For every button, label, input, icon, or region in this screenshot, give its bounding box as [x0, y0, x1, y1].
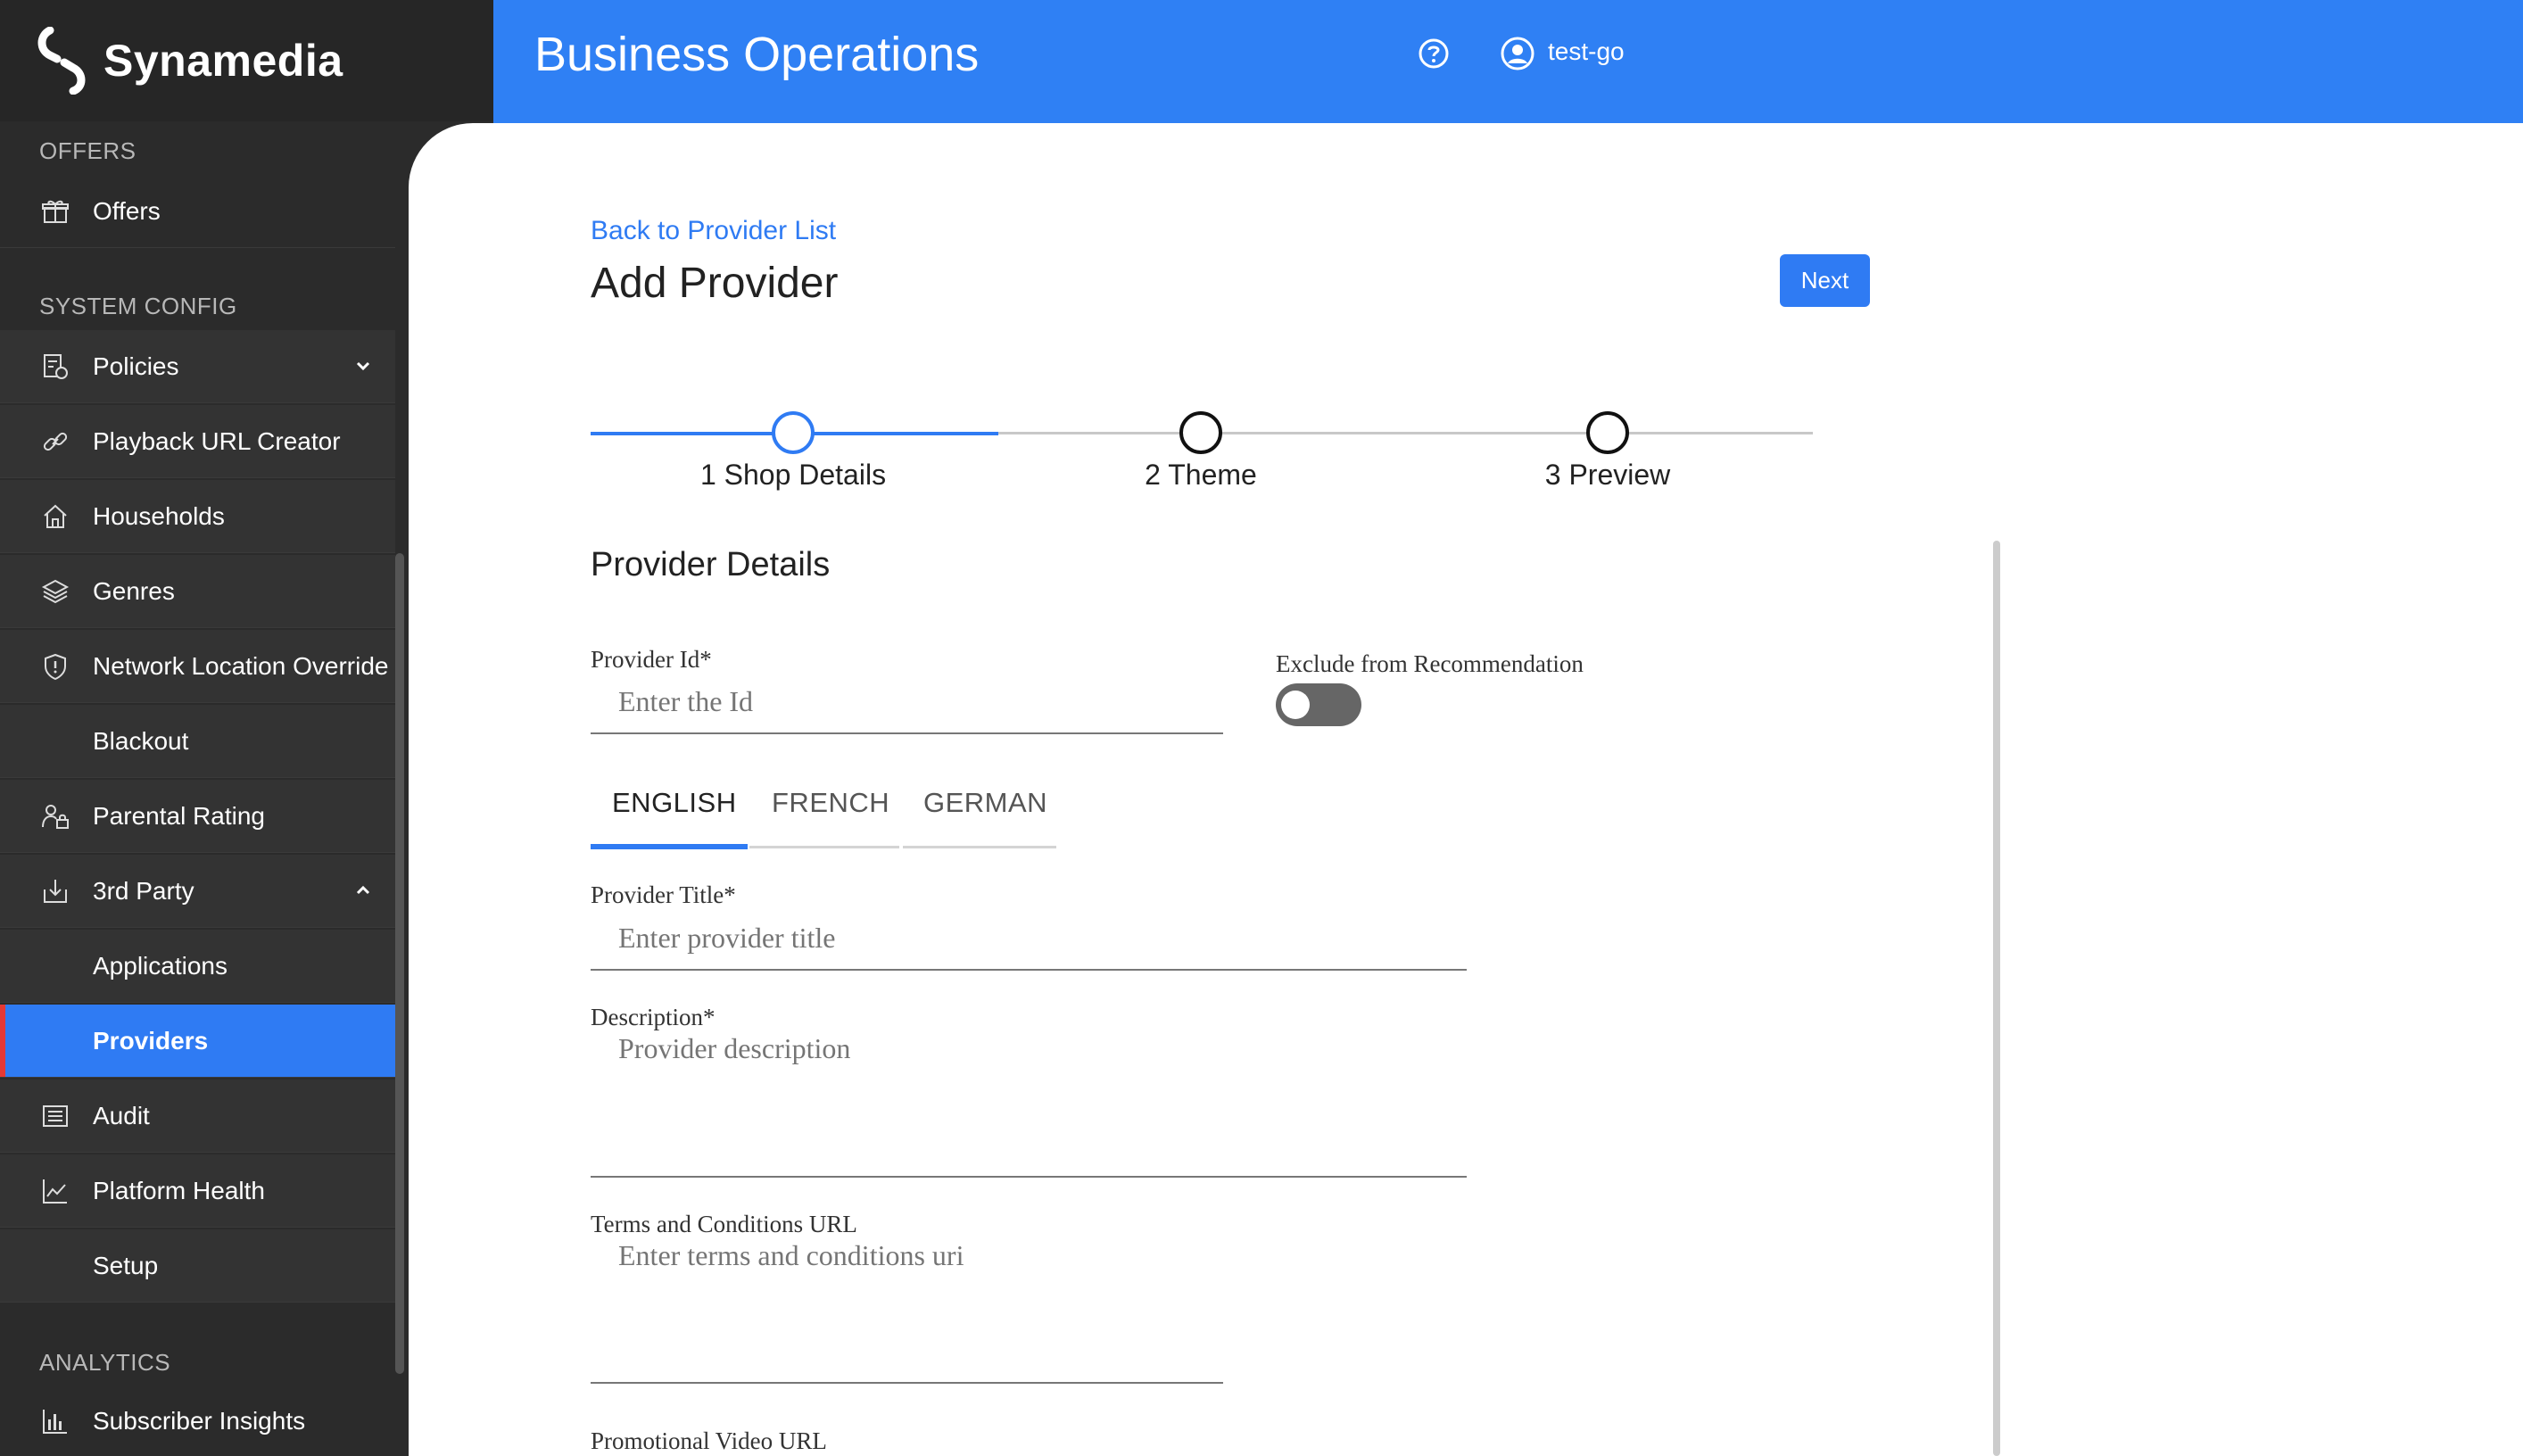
sidebar-item-label: Audit	[93, 1101, 150, 1129]
sidebar-item-label: Households	[93, 501, 225, 530]
step-3-label: 3 Preview	[1544, 459, 1671, 491]
policy-icon	[37, 349, 73, 385]
tab-french-underline	[749, 846, 899, 848]
provider-title-underline	[591, 969, 1467, 971]
sidebar-item-label: Network Location Override	[93, 651, 389, 680]
exclude-recommendation-toggle[interactable]	[1276, 683, 1361, 726]
provider-id-underline	[591, 732, 1223, 734]
sidebar-item-label: Setup	[93, 1251, 159, 1279]
step-2-label: 2 Theme	[1145, 459, 1257, 491]
step-1-label: 1 Shop Details	[699, 459, 887, 491]
toggle-knob	[1281, 691, 1310, 719]
brand-logo[interactable]: Synamedia	[0, 0, 493, 121]
step-1-circle[interactable]	[772, 411, 815, 454]
tab-german-underline	[903, 846, 1056, 848]
provider-id-input[interactable]	[618, 685, 1207, 718]
chevron-up-icon	[356, 885, 370, 895]
sidebar-item-subscriber-insights[interactable]: Subscriber Insights	[0, 1385, 395, 1456]
app-title: Business Operations	[534, 28, 980, 81]
step-3-circle[interactable]	[1586, 411, 1629, 454]
sidebar-item-providers[interactable]: Providers	[0, 1005, 395, 1078]
tab-english-indicator	[591, 844, 748, 849]
chart-line-icon	[37, 1173, 73, 1209]
sidebar-item-policies[interactable]: Policies	[0, 330, 395, 403]
home-icon	[37, 499, 73, 534]
promo-video-url-label: Promotional Video URL	[591, 1427, 827, 1454]
user-name[interactable]: test-go	[1548, 37, 1625, 66]
section-analytics: ANALYTICS	[39, 1349, 171, 1376]
section-offers: OFFERS	[39, 137, 136, 164]
sidebar-item-label: Providers	[93, 1026, 209, 1055]
sidebar-item-label: Applications	[93, 951, 227, 980]
sidebar-item-label: Platform Health	[93, 1176, 265, 1204]
description-label: Description*	[591, 1004, 716, 1030]
terms-url-input[interactable]	[618, 1239, 1207, 1373]
user-icon[interactable]	[1500, 36, 1535, 71]
sidebar-item-label: Playback URL Creator	[93, 426, 341, 455]
gift-icon	[37, 194, 73, 229]
provider-id-label: Provider Id*	[591, 646, 712, 673]
description-textarea[interactable]	[618, 1032, 1457, 1166]
tab-french[interactable]: FRENCH	[772, 787, 889, 819]
section-title: Provider Details	[591, 546, 831, 583]
sidebar-item-audit[interactable]: Audit	[0, 1080, 395, 1153]
next-button[interactable]: Next	[1780, 254, 1870, 307]
bar-chart-icon	[37, 1403, 73, 1439]
sidebar-item-blackout[interactable]: Blackout	[0, 705, 395, 778]
link-icon	[37, 424, 73, 459]
sidebar-item-setup[interactable]: Setup	[0, 1229, 395, 1303]
sidebar-item-platform-health[interactable]: Platform Health	[0, 1154, 395, 1228]
sidebar-item-label: 3rd Party	[93, 876, 194, 905]
tab-german[interactable]: GERMAN	[923, 787, 1047, 819]
description-underline	[591, 1176, 1467, 1178]
brand-name: Synamedia	[103, 36, 343, 86]
sidebar-item-households[interactable]: Households	[0, 480, 395, 553]
sidebar-item-label: Genres	[93, 576, 175, 605]
chevron-down-icon	[356, 361, 370, 371]
sidebar-item-label: Parental Rating	[93, 801, 266, 830]
sidebar-item-network-location-override[interactable]: Network Location Override	[0, 630, 395, 703]
back-to-provider-list-link[interactable]: Back to Provider List	[591, 216, 836, 246]
shield-icon	[37, 649, 73, 684]
tab-english[interactable]: ENGLISH	[612, 787, 737, 819]
sidebar-item-playback-url-creator[interactable]: Playback URL Creator	[0, 405, 395, 478]
page-title: Add Provider	[591, 260, 839, 307]
section-system-config: SYSTEM CONFIG	[39, 293, 237, 319]
sidebar-item-parental-rating[interactable]: Parental Rating	[0, 780, 395, 853]
content-scrollbar[interactable]	[1993, 541, 2000, 1456]
sidebar-item-genres[interactable]: Genres	[0, 555, 395, 628]
list-icon	[37, 1098, 73, 1134]
sidebar-item-3rd-party[interactable]: 3rd Party	[0, 855, 395, 928]
sidebar-item-label: Blackout	[93, 726, 189, 755]
terms-url-underline	[591, 1382, 1223, 1384]
sidebar-item-offers[interactable]: Offers	[0, 175, 395, 248]
sidebar-scrollbar[interactable]	[395, 553, 404, 1374]
download-icon	[37, 873, 73, 909]
sidebar-item-label: Offers	[93, 196, 161, 225]
exclude-recommendation-label: Exclude from Recommendation	[1276, 650, 1584, 677]
synamedia-logo-icon	[37, 27, 86, 95]
provider-title-input[interactable]	[618, 922, 1457, 955]
terms-url-label: Terms and Conditions URL	[591, 1211, 857, 1237]
sidebar-item-label: Policies	[93, 352, 179, 380]
help-icon[interactable]	[1418, 37, 1450, 70]
layers-icon	[37, 574, 73, 609]
parental-lock-icon	[37, 798, 73, 834]
provider-title-label: Provider Title*	[591, 881, 736, 908]
sidebar-item-label: Subscriber Insights	[93, 1407, 306, 1435]
step-2-circle[interactable]	[1179, 411, 1222, 454]
top-header: Business Operations test-go	[493, 0, 2523, 123]
sidebar-item-applications[interactable]: Applications	[0, 930, 395, 1003]
stepper-track-line	[998, 432, 1813, 434]
